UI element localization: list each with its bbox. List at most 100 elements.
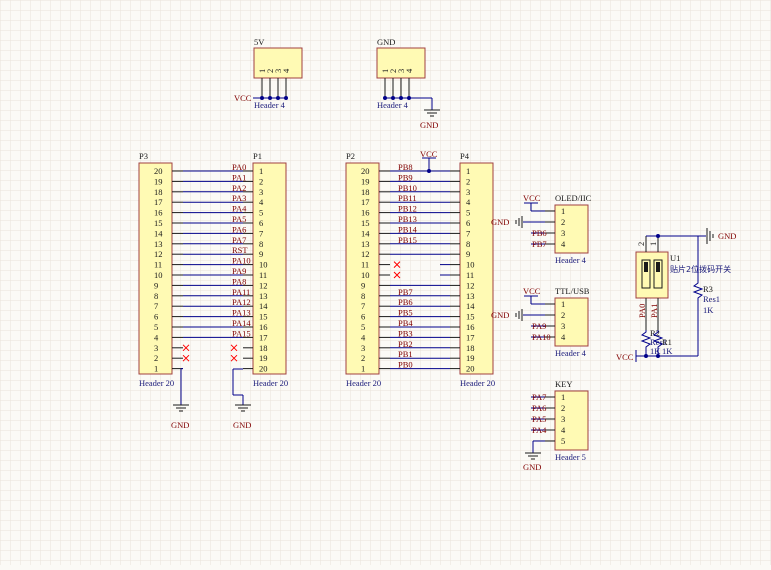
p1-pin-num: 13 [259,291,268,301]
p2-pin-num: 1 [361,364,365,374]
net-label-oled-pb6: PB6 [532,228,547,238]
net-label-pb0: PB0 [398,360,413,370]
p2-pin-num: 14 [361,228,370,238]
p4-pin-num: 16 [466,322,475,332]
p4-pin-num: 12 [466,280,475,290]
p3-pin-num: 9 [154,280,158,290]
p1-pin-num: 3 [259,187,263,197]
vcc-label-u1: VCC [616,352,634,362]
net-label-pa14: PA14 [232,318,251,328]
p4-pin-num: 14 [466,301,475,311]
ttl-body [554,297,589,347]
header-5v-designator: 5V [254,37,265,47]
oled-pin-num: 3 [561,228,565,238]
r3-value: 1K [703,305,714,315]
net-label-pa11: PA11 [232,287,250,297]
oled-pin-num: 2 [561,217,565,227]
net-label-rst: RST [232,245,248,255]
u1-net-pa0: PA0 [637,304,647,318]
gnd-label-p3: GND [171,420,189,430]
p2-pin-num: 10 [361,270,370,280]
p4-pin-num: 2 [466,176,470,186]
p2-pin-num: 16 [361,208,370,218]
net-label-key-pa4: PA4 [532,425,547,435]
p2-pin-num: 18 [361,187,370,197]
r3-comment: Res1 [703,294,720,304]
ttl-designator: TTL/USB [555,286,590,296]
p4-pin-num: 5 [466,208,470,218]
net-label-pb4: PB4 [398,318,413,328]
gnd-label-top: GND [420,120,438,130]
net-label-pb3: PB3 [398,328,413,338]
p3-pin-num: 20 [154,166,163,176]
p3-pin-num: 18 [154,187,163,197]
gnd-label-u1: GND [718,231,736,241]
vcc-label-oled: VCC [523,193,541,203]
p4-pin-num: 6 [466,218,470,228]
p1-pin-num: 17 [259,332,268,342]
u1-net-pa1: PA1 [649,304,659,318]
p4-pin-num: 7 [466,228,470,238]
p3-pin-num: 1 [154,364,158,374]
net-label-pa6: PA6 [232,224,246,234]
oled-body [554,204,589,254]
u1-pin1-num: 1 [648,242,658,246]
net-label-pb11: PB11 [398,193,417,203]
u1-pin2-num: 2 [636,242,646,246]
net-label-pb10: PB10 [398,183,417,193]
net-label-pb1: PB1 [398,349,413,359]
net-label-pa13: PA13 [232,308,251,318]
header-gnd-comment: Header 4 [377,100,409,110]
p1-body[interactable] [252,162,287,375]
p4-pin-num: 10 [466,260,475,270]
net-label-pa10: PA10 [232,256,251,266]
p2-pin-num: 2 [361,353,365,363]
key-body [554,390,589,451]
net-label-pa8: PA8 [232,276,246,286]
p2-pin-num: 15 [361,218,370,228]
u1-body [635,251,669,299]
p1-pin-num: 5 [259,208,263,218]
p3-pin-num: 5 [154,322,158,332]
p4-pin-num: 9 [466,249,470,259]
p1-pin-num: 8 [259,239,263,249]
net-label-key-pa6: PA6 [532,403,546,413]
p4-body[interactable] [459,162,494,375]
p1-designator: P1 [253,151,262,161]
p4-pin-num: 8 [466,239,470,249]
vcc-label-5v: VCC [234,93,252,103]
p3-pin-num: 11 [154,260,162,270]
p2-pin-num: 13 [361,239,370,249]
p4-pin-num: 20 [466,364,475,374]
ttl-pin-num: 1 [561,299,565,309]
vcc-label-ttl: VCC [523,286,541,296]
net-label-pa9: PA9 [232,266,246,276]
u1-junction [656,234,660,238]
key-pin-num: 1 [561,392,565,402]
p1-pin-num: 18 [259,343,268,353]
p3-pin-num: 16 [154,208,163,218]
p4-comment: Header 20 [460,378,495,388]
p1-pin-num: 15 [259,312,268,322]
gnd-label-key: GND [523,462,541,472]
u1-knob-a [644,262,648,272]
p1-pin-num: 11 [259,270,267,280]
schematic-sheet: 5V 1234 Header 4 VCC GND 1234 Header 4 G… [0,0,771,565]
p3-pin-num: 19 [154,176,163,186]
key-pin-num: 5 [561,436,565,446]
schematic-canvas: 5V 1234 Header 4 VCC GND 1234 Header 4 G… [0,0,771,565]
p2-pin-num: 7 [361,301,365,311]
net-label-pa3: PA3 [232,193,246,203]
p1-pin-num: 12 [259,280,268,290]
p2-pin-num: 11 [361,260,369,270]
ttl-pin-num: 3 [561,321,565,331]
net-label-oled-pb7: PB7 [532,239,547,249]
net-label-pb6: PB6 [398,297,413,307]
p3-pin-num: 10 [154,270,163,280]
net-label-pa12: PA12 [232,297,251,307]
net-label-pa0: PA0 [232,162,246,172]
p4-pin-num: 11 [466,270,474,280]
p3-pin-num: 13 [154,239,163,249]
p3-pin-num: 8 [154,291,158,301]
key-pin-num: 2 [561,403,565,413]
